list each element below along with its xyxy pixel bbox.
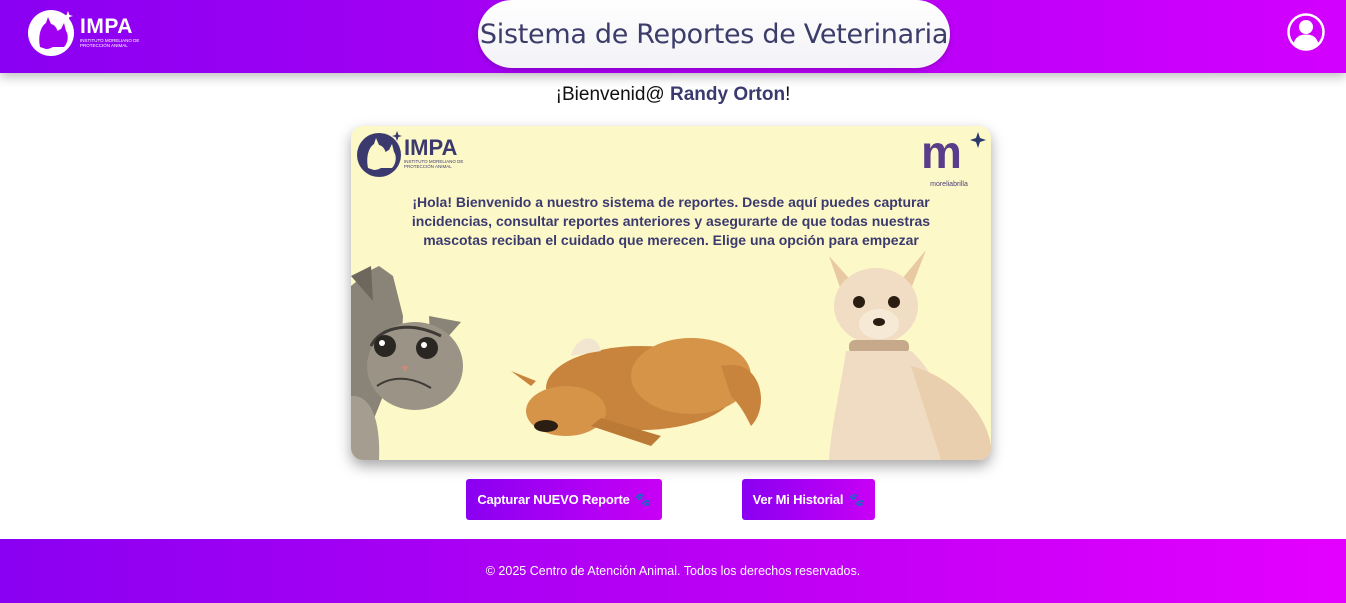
moreliabrilla-logo: m moreliabrilla: [921, 126, 987, 188]
top-navbar: IMPA Instituto Moreliano de Protección A…: [0, 0, 1346, 73]
pet-logo-icon: [28, 10, 74, 56]
partner-name: moreliabrilla: [930, 181, 968, 188]
banner-logo-name: IMPA: [404, 135, 458, 160]
footer-copyright: © 2025 Centro de Atención Animal. Todos …: [485, 564, 861, 578]
new-report-label: Capturar NUEVO Reporte: [477, 492, 630, 507]
logo-subtitle: Instituto Moreliano de Protección Animal: [80, 38, 140, 48]
sleeping-dog-illustration: [511, 338, 761, 446]
new-report-button[interactable]: Capturar NUEVO Reporte 🐾: [466, 479, 662, 520]
partner-letter: m: [921, 130, 962, 176]
welcome-user-name: Randy Orton: [670, 84, 786, 105]
history-label: Ver Mi Historial: [752, 492, 844, 507]
pet-logo-icon: [357, 131, 402, 177]
banner-logo-subtitle: Instituto Moreliano de Protección Animal: [404, 159, 464, 169]
impa-logo[interactable]: IMPA Instituto Moreliano de Protección A…: [26, 6, 150, 58]
history-button[interactable]: Ver Mi Historial 🐾: [742, 479, 875, 520]
user-avatar-icon[interactable]: [1287, 13, 1325, 51]
page-title: Sistema de Reportes de Veterinaria: [479, 18, 949, 50]
welcome-suffix: !: [785, 84, 791, 105]
welcome-banner: IMPA Instituto Moreliano de Protección A…: [351, 126, 991, 460]
banner-impa-logo: IMPA Instituto Moreliano de Protección A…: [354, 128, 474, 178]
welcome-greeting: ¡Bienvenid@: [555, 84, 670, 105]
paw-icon: 🐾: [848, 491, 865, 507]
logo-name: IMPA: [80, 15, 133, 38]
paw-icon: 🐾: [634, 491, 651, 507]
welcome-message: ¡Bienvenid@ Randy Orton!: [0, 84, 1346, 106]
page-title-pill: Sistema de Reportes de Veterinaria: [478, 0, 950, 68]
chihuahua-illustration: [829, 250, 991, 460]
page-footer: © 2025 Centro de Atención Animal. Todos …: [0, 539, 1346, 603]
moreliabrilla-mark-icon: m: [921, 126, 986, 178]
banner-message: ¡Hola! Bienvenido a nuestro sistema de r…: [411, 194, 931, 248]
cat-illustration: [351, 266, 463, 460]
